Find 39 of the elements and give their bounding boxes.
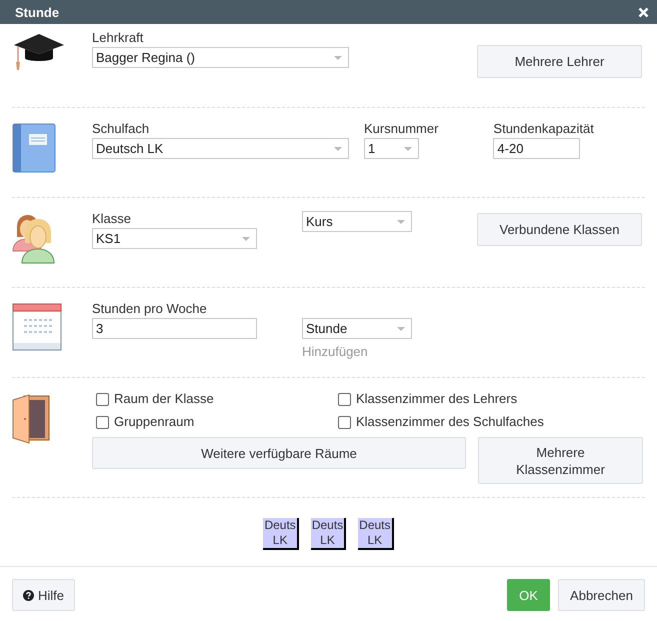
subject-dropdown[interactable]: Deutsch LK [92, 138, 349, 159]
lesson-chip[interactable]: Deuts LK [358, 518, 394, 550]
hours-per-week-field[interactable]: 3 [92, 318, 257, 339]
caret-icon [397, 327, 405, 331]
room-checkbox[interactable]: Klassenzimmer des Lehrers [338, 391, 645, 407]
linked-classes-button[interactable]: Verbundene Klassen [477, 213, 642, 246]
caret-icon [397, 220, 405, 224]
lesson-chip[interactable]: Deuts LK [263, 518, 299, 550]
room-checkbox[interactable]: Gruppenraum [96, 414, 338, 430]
caret-icon [242, 237, 250, 241]
lesson-chip[interactable]: Deuts LK [310, 518, 346, 550]
field-label: Lehrkraft [92, 30, 144, 46]
help-icon [23, 590, 34, 600]
window-title: Stunde [15, 4, 60, 20]
field-label: Stunden pro Woche [92, 301, 208, 317]
class-dropdown[interactable]: KS1 [92, 228, 257, 249]
room-checkbox[interactable]: Klassenzimmer des Schulfaches [338, 414, 645, 430]
teacher-dropdown[interactable]: Bagger Regina () [92, 47, 349, 68]
caret-icon [404, 147, 412, 151]
help-button[interactable]: Hilfe [12, 579, 76, 611]
caret-icon [334, 147, 342, 151]
type-dropdown[interactable]: Kurs [302, 211, 412, 232]
close-icon[interactable] [638, 6, 649, 18]
book-icon [12, 123, 56, 173]
field-label: Klasse [92, 211, 132, 227]
unit-dropdown[interactable]: Stunde [302, 318, 412, 339]
cancel-button[interactable]: Abbrechen [558, 579, 645, 611]
more-rooms-button[interactable]: Weitere verfügbare Räume [92, 437, 466, 469]
capacity-field[interactable]: 4-20 [493, 138, 580, 159]
course-number-dropdown[interactable]: 1 [364, 138, 419, 159]
multiple-teachers-button[interactable]: Mehrere Lehrer [477, 45, 642, 78]
calendar-icon [12, 303, 62, 351]
door-icon [12, 393, 50, 445]
multiple-classrooms-button[interactable]: Mehrere Klassenzimmer [478, 437, 643, 484]
room-checkbox[interactable]: Raum der Klasse [96, 391, 338, 407]
field-label: Kursnummer [364, 121, 438, 137]
caret-icon [334, 56, 342, 60]
field-label: Stundenkapazität [493, 121, 594, 137]
field-label: Schulfach [92, 121, 150, 137]
